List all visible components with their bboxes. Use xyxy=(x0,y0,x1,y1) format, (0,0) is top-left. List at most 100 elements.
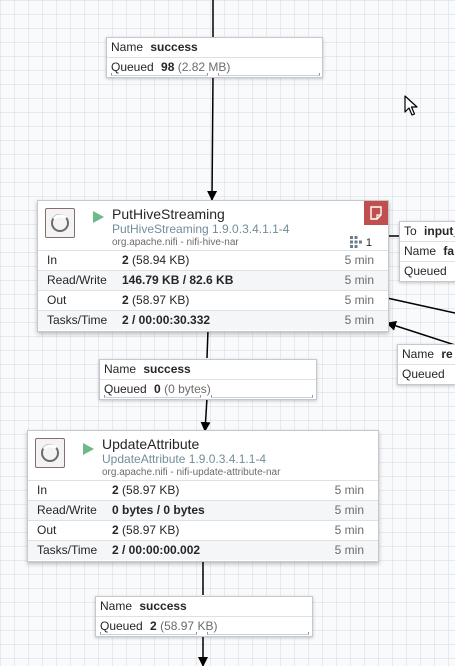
stat-time: 5 min xyxy=(344,253,374,267)
processor-puthivestreaming[interactable]: PutHiveStreaming PutHiveStreaming 1.9.0.… xyxy=(37,200,389,332)
stat-time: 5 min xyxy=(334,543,364,557)
stat-value: 2 xyxy=(122,253,129,267)
active-threads-indicator: 1 xyxy=(349,236,372,251)
connection-edges xyxy=(198,0,455,666)
stat-label: Tasks/Time xyxy=(37,543,98,557)
name-value: success xyxy=(139,599,187,613)
name-label: Name xyxy=(104,362,137,376)
queued-size: (2.82 MB) xyxy=(177,60,231,74)
stat-out: Out 2 (58.97 KB) 5 min xyxy=(28,520,378,540)
stat-detail: (58.97 KB) xyxy=(132,293,190,307)
connection-queued-row: Queued 2 (58.97 KB) xyxy=(96,616,312,636)
stat-tasks-time: Tasks/Time 2 / 00:00:30.332 5 min xyxy=(38,310,388,330)
stat-label: Tasks/Time xyxy=(47,313,108,327)
stat-time: 5 min xyxy=(344,273,374,287)
processor-bundle: org.apache.nifi - nifi-update-attribute-… xyxy=(102,467,281,478)
active-threads-count: 1 xyxy=(365,237,372,249)
stat-value: 2 xyxy=(122,293,129,307)
stat-label: Read/Write xyxy=(47,273,107,287)
connection-label-right-top[interactable]: To input_ Name fa Queued xyxy=(399,221,455,282)
queued-size: (58.97 KB) xyxy=(160,619,218,633)
stat-out: Out 2 (58.97 KB) 5 min xyxy=(38,290,388,310)
connection-queued-row: Queued 98 (2.82 MB) xyxy=(107,57,322,77)
connection-queued-row: Queued xyxy=(398,364,455,384)
connection-label-right-bottom[interactable]: Name re Queued xyxy=(397,344,455,385)
backpressure-bars xyxy=(100,632,309,635)
connection-queued-row: Queued xyxy=(400,261,455,281)
stat-time: 5 min xyxy=(344,313,374,327)
name-value: re xyxy=(441,347,453,361)
name-label: Name xyxy=(111,40,144,54)
processor-name: PutHiveStreaming xyxy=(112,206,225,222)
size-threshold-bar xyxy=(211,395,313,398)
edge-right-to-hive[interactable] xyxy=(386,321,455,346)
size-threshold-bar xyxy=(218,73,320,76)
stat-detail: (58.97 KB) xyxy=(122,523,180,537)
connection-name-row: Name success xyxy=(100,360,316,379)
stat-value: 2 / 00:00:30.332 xyxy=(122,313,211,327)
stat-time: 5 min xyxy=(334,483,364,497)
bulletin-icon[interactable] xyxy=(364,201,388,225)
object-threshold-bar xyxy=(104,395,201,398)
name-label: Name xyxy=(404,244,437,258)
object-threshold-bar xyxy=(100,632,197,635)
stat-in: In 2 (58.94 KB) 5 min xyxy=(38,250,388,270)
connection-name-row: Name success xyxy=(107,38,322,57)
connection-name-row: Name success xyxy=(96,597,312,616)
queued-label: Queued xyxy=(100,619,143,633)
stat-value: 2 xyxy=(112,483,119,497)
processor-stats: In 2 (58.94 KB) 5 min Read/Write 146.79 … xyxy=(38,250,388,330)
queued-label: Queued xyxy=(104,382,147,396)
edge-hive-right-mid[interactable] xyxy=(386,297,455,314)
edge-hive-to-mid[interactable] xyxy=(206,329,209,359)
queued-label: Queued xyxy=(402,367,445,381)
connection-name-row: Name re xyxy=(398,345,455,364)
play-icon xyxy=(83,443,94,455)
stat-value: 0 bytes / 0 bytes xyxy=(112,503,205,517)
edge-mid-to-update[interactable] xyxy=(200,397,211,432)
stat-value: 146.79 KB / 82.6 KB xyxy=(122,273,234,287)
size-threshold-bar xyxy=(207,632,309,635)
processor-name: UpdateAttribute xyxy=(102,436,200,452)
edge-top-to-hive[interactable] xyxy=(207,75,218,201)
stat-value: 2 / 00:00:00.002 xyxy=(112,543,201,557)
queued-count: 0 xyxy=(154,382,161,396)
connection-name-row: Name fa xyxy=(400,241,455,261)
stat-detail: (58.97 KB) xyxy=(122,483,180,497)
stat-value: 2 xyxy=(112,523,119,537)
stat-read-write: Read/Write 146.79 KB / 82.6 KB 5 min xyxy=(38,270,388,290)
processor-updateattribute[interactable]: UpdateAttribute UpdateAttribute 1.9.0.3.… xyxy=(27,430,379,562)
queued-count: 98 xyxy=(161,60,175,74)
stat-detail: (58.94 KB) xyxy=(132,253,190,267)
stat-time: 5 min xyxy=(344,293,374,307)
stat-label: Out xyxy=(47,293,67,307)
connection-label-top[interactable]: Name success Queued 98 (2.82 MB) xyxy=(106,37,323,78)
stat-time: 5 min xyxy=(334,523,364,537)
stat-time: 5 min xyxy=(334,503,364,517)
processor-version: UpdateAttribute 1.9.0.3.4.1.1-4 xyxy=(102,452,267,466)
processor-bundle: org.apache.nifi - nifi-hive-nar xyxy=(112,237,239,248)
processor-icon xyxy=(45,208,75,238)
connection-label-mid[interactable]: Name success Queued 0 (0 bytes) xyxy=(99,359,317,400)
mouse-cursor-icon xyxy=(404,95,420,122)
to-label: To xyxy=(404,224,417,238)
name-label: Name xyxy=(402,347,435,361)
name-value: success xyxy=(150,40,198,54)
name-label: Name xyxy=(100,599,133,613)
stat-label: In xyxy=(47,253,58,267)
object-threshold-bar xyxy=(111,73,208,76)
connection-label-bottom[interactable]: Name success Queued 2 (58.97 KB) xyxy=(95,596,313,637)
backpressure-bars xyxy=(111,73,320,76)
name-value: fa xyxy=(443,244,455,258)
processor-icon xyxy=(35,438,65,468)
stat-in: In 2 (58.97 KB) 5 min xyxy=(28,480,378,500)
processor-version: PutHiveStreaming 1.9.0.3.4.1.1-4 xyxy=(112,222,290,236)
queued-label: Queued xyxy=(404,264,447,278)
backpressure-bars xyxy=(104,395,313,398)
to-value: input_ xyxy=(424,224,455,238)
active-threads-icon xyxy=(349,236,362,251)
name-value: success xyxy=(143,362,191,376)
stat-label: Out xyxy=(37,523,57,537)
stat-label: Read/Write xyxy=(37,503,97,517)
queued-label: Queued xyxy=(111,60,154,74)
